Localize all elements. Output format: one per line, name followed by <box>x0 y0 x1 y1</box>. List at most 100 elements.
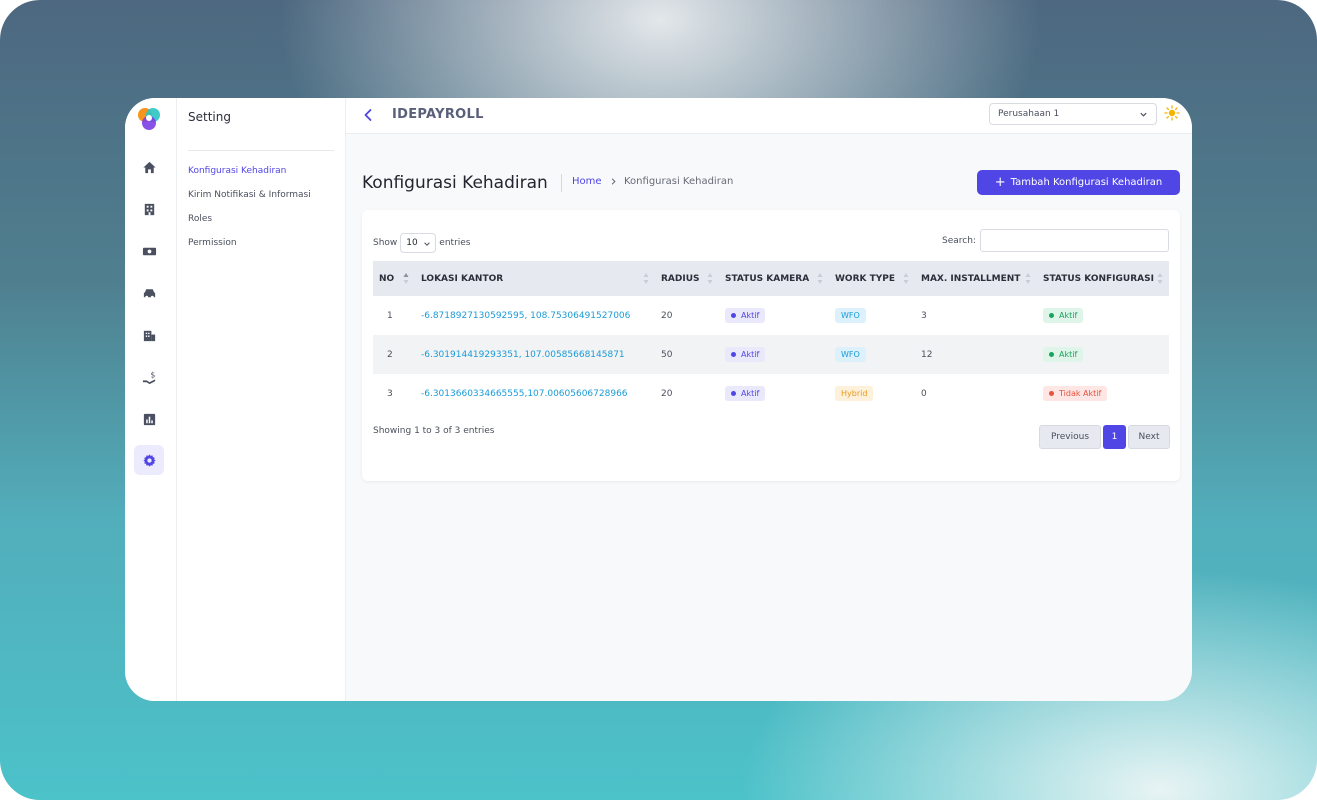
status-badge: Aktif <box>725 386 766 401</box>
column-header-lokasi-kantor[interactable]: LOKASI KANTOR <box>415 261 655 296</box>
cell-radius: 20 <box>661 388 673 399</box>
status-dot-icon <box>731 391 736 396</box>
building-icon[interactable] <box>134 194 164 224</box>
cell-max-installment: 12 <box>915 335 1037 374</box>
status-dot-icon <box>731 352 736 357</box>
report-icon[interactable] <box>134 404 164 434</box>
entries-label: entries <box>439 238 471 248</box>
column-header-no[interactable]: NO <box>373 261 415 296</box>
cell-no: 2 <box>373 335 415 374</box>
chevron-down-icon <box>424 242 431 246</box>
theme-toggle-sun-icon[interactable] <box>1164 105 1180 121</box>
svg-text:$: $ <box>150 370 155 379</box>
entries-select-value: 10 <box>406 238 418 248</box>
add-konfigurasi-button[interactable]: + Tambah Konfigurasi Kehadiran <box>977 170 1180 195</box>
show-label: Show <box>373 238 398 248</box>
cell-radius: 20 <box>661 310 673 321</box>
chevron-down-icon <box>1140 112 1147 117</box>
search-label: Search: <box>942 236 976 246</box>
sidebar-item-roles[interactable]: Roles <box>188 214 212 224</box>
entries-length-control: Show 10 entries <box>373 233 471 253</box>
app-window: $ Setting Konfigurasi Kehadiran Kirim No… <box>125 98 1192 701</box>
cell-status-konfigurasi: Aktif <box>1037 335 1169 374</box>
status-badge: Aktif <box>1043 308 1084 323</box>
salary-icon[interactable]: $ <box>134 362 164 392</box>
plus-icon: + <box>994 174 1006 190</box>
gear-icon[interactable] <box>134 445 164 475</box>
status-badge: Aktif <box>1043 347 1084 362</box>
cell-lokasi-link[interactable]: -6.8718927130592595, 108.75306491527006 <box>415 296 655 335</box>
top-bar: IDEPAYROLL Perusahaan 1 <box>346 98 1192 134</box>
sidebar-item-kirim-notifikasi[interactable]: Kirim Notifikasi & Informasi <box>188 190 311 200</box>
column-header-max-installment[interactable]: MAX. INSTALLMENT <box>915 261 1037 296</box>
cell-work-type: WFO <box>829 335 915 374</box>
company-select-value: Perusahaan 1 <box>998 109 1060 119</box>
work-type-badge: Hybrid <box>835 386 874 401</box>
status-dot-icon <box>1049 391 1054 396</box>
status-dot-icon <box>731 313 736 318</box>
chevron-right-icon <box>611 178 616 185</box>
icon-rail: $ <box>125 98 177 701</box>
pagination-next-button[interactable]: Next <box>1128 425 1170 449</box>
column-header-work-type[interactable]: WORK TYPE <box>829 261 915 296</box>
pagination-page-1[interactable]: 1 <box>1103 425 1126 449</box>
settings-sidebar: Setting Konfigurasi Kehadiran Kirim Noti… <box>177 98 346 701</box>
cell-status-kamera: Aktif <box>719 335 829 374</box>
column-header-status-konfigurasi[interactable]: STATUS KONFIGURASI <box>1037 261 1169 296</box>
work-type-badge: WFO <box>835 347 866 362</box>
pagination-previous-button[interactable]: Previous <box>1039 425 1101 449</box>
breadcrumb-home-link[interactable]: Home <box>572 176 602 187</box>
cell-radius: 50 <box>655 335 719 374</box>
work-type-badge: WFO <box>835 308 866 323</box>
company-select[interactable]: Perusahaan 1 <box>989 103 1157 125</box>
brand-title: IDEPAYROLL <box>392 107 484 122</box>
sort-asc-icon <box>403 273 409 284</box>
home-icon[interactable] <box>134 152 164 182</box>
table-header-row: NO LOKASI KANTOR RADIUS STATUS KAMERA WO… <box>373 261 1169 296</box>
cell-no: 1 <box>387 310 393 321</box>
cell-lokasi-link[interactable]: -6.3013660334665555,107.00605606728966 <box>415 374 655 413</box>
sort-icon <box>707 273 713 284</box>
status-badge: Aktif <box>725 308 766 323</box>
breadcrumb-divider <box>561 174 562 192</box>
sort-icon <box>1025 273 1031 284</box>
office-icon[interactable] <box>134 320 164 350</box>
table-row: 3 -6.3013660334665555,107.00605606728966… <box>373 374 1169 413</box>
cell-status-kamera: Aktif <box>719 374 829 413</box>
sort-icon <box>643 273 649 284</box>
app-logo <box>138 108 160 130</box>
table-row: 2 -6.301914419293351, 107.00585668145871… <box>373 335 1169 374</box>
cell-status-konfigurasi: Aktif <box>1037 296 1169 335</box>
back-arrow-icon[interactable] <box>360 107 376 123</box>
column-header-radius[interactable]: RADIUS <box>655 261 719 296</box>
konfigurasi-table: NO LOKASI KANTOR RADIUS STATUS KAMERA WO… <box>373 261 1169 413</box>
cell-status-kamera: Aktif <box>719 296 829 335</box>
column-header-status-kamera[interactable]: STATUS KAMERA <box>719 261 829 296</box>
table-info: Showing 1 to 3 of 3 entries <box>373 426 495 436</box>
status-badge: Aktif <box>725 347 766 362</box>
breadcrumb-current: Konfigurasi Kehadiran <box>624 176 734 187</box>
status-badge: Tidak Aktif <box>1043 386 1108 401</box>
status-dot-icon <box>1049 352 1054 357</box>
car-icon[interactable] <box>134 278 164 308</box>
cell-max-installment: 0 <box>921 388 927 399</box>
cell-lokasi-link[interactable]: -6.301914419293351, 107.00585668145871 <box>415 335 655 374</box>
money-icon[interactable] <box>134 236 164 266</box>
table-row: 1 -6.8718927130592595, 108.7530649152700… <box>373 296 1169 335</box>
data-table-card: Show 10 entries Search: NO LOKASI KANTOR <box>362 210 1180 481</box>
status-dot-icon <box>1049 313 1054 318</box>
add-button-label: Tambah Konfigurasi Kehadiran <box>1010 177 1163 188</box>
cell-work-type: Hybrid <box>829 374 915 413</box>
page-title: Konfigurasi Kehadiran <box>362 173 548 193</box>
divider <box>188 150 334 151</box>
sidebar-item-konfigurasi-kehadiran[interactable]: Konfigurasi Kehadiran <box>188 166 286 176</box>
cell-work-type: WFO <box>829 296 915 335</box>
cell-status-konfigurasi: Tidak Aktif <box>1037 374 1169 413</box>
search-input[interactable] <box>980 229 1169 252</box>
sort-icon <box>817 273 823 284</box>
entries-select[interactable]: 10 <box>400 233 437 253</box>
sidebar-item-permission[interactable]: Permission <box>188 238 237 248</box>
cell-no: 3 <box>387 388 393 399</box>
sort-icon <box>1157 273 1163 284</box>
sort-icon <box>903 273 909 284</box>
